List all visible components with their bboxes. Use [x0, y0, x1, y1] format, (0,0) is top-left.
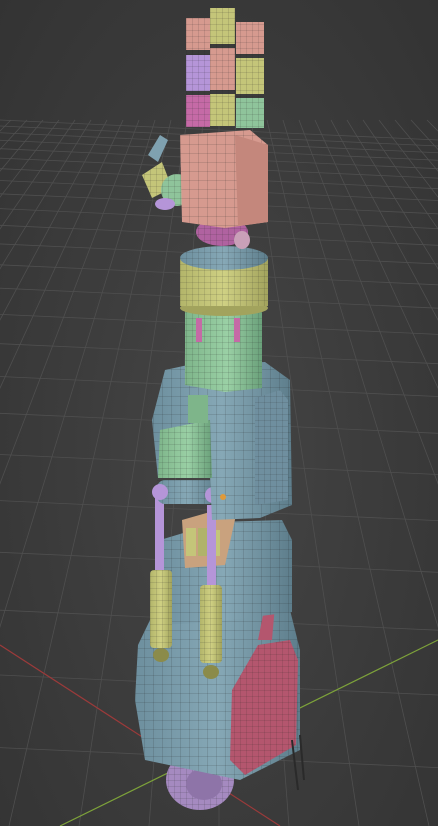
lower-body-block[interactable] — [155, 512, 292, 625]
finger-right[interactable] — [236, 22, 264, 128]
grid-line — [282, 119, 438, 628]
robot-arm-mesh[interactable] — [135, 8, 305, 810]
palm-block[interactable] — [180, 130, 268, 228]
grid-line — [298, 119, 438, 485]
grid-line — [0, 119, 156, 628]
finger-left[interactable] — [186, 18, 210, 127]
viewport-scene[interactable] — [0, 0, 438, 826]
left-piston[interactable] — [150, 490, 172, 662]
3d-viewport[interactable] — [0, 0, 438, 826]
indicator-light — [220, 494, 226, 500]
grid-line — [346, 119, 438, 270]
finger-middle[interactable] — [210, 8, 235, 126]
collar-ring[interactable] — [180, 246, 268, 316]
